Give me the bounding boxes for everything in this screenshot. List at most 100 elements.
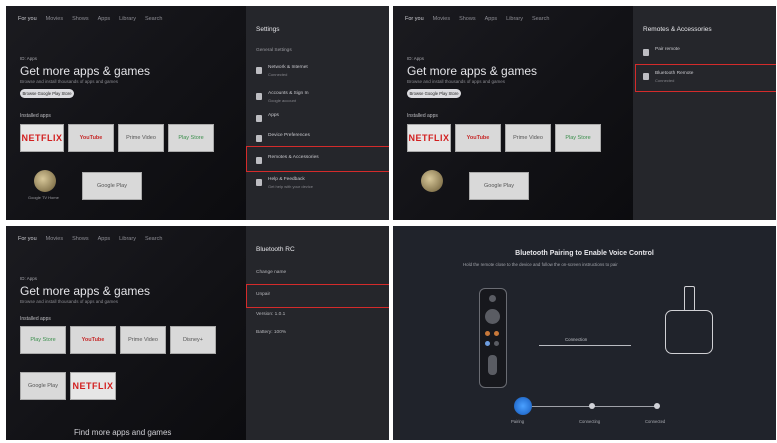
nav-apps[interactable]: Apps — [485, 16, 498, 22]
step-dot — [589, 403, 595, 409]
power-button-icon — [489, 295, 496, 302]
page-headline: Get more apps & games — [407, 64, 538, 78]
profile-avatar[interactable] — [421, 170, 443, 192]
browse-store-button[interactable]: Browse Google Play Store — [407, 89, 461, 98]
item-title: Help & Feedback — [268, 177, 305, 182]
pairing-title: Bluetooth Pairing to Enable Voice Contro… — [515, 250, 654, 257]
profile-avatar[interactable] — [34, 170, 56, 192]
tv-icon — [256, 135, 262, 142]
screenshot-settings: For you Movies Shows Apps Library Search… — [6, 6, 389, 220]
step-label-pairing: Pairing — [511, 419, 525, 424]
nav-shows[interactable]: Shows — [72, 16, 89, 22]
nav-shows[interactable]: Shows — [459, 16, 476, 22]
streaming-dongle-icon — [665, 310, 713, 354]
connection-line — [539, 345, 631, 346]
nav-search[interactable]: Search — [145, 16, 162, 22]
home-screen: For you Movies Shows Apps Library Search… — [6, 226, 246, 440]
item-title: Device Preferences — [268, 133, 310, 138]
google-play-tile[interactable]: Google Play — [20, 372, 66, 400]
page-subline: Browse and install thousands of apps and… — [20, 79, 119, 84]
page-headline: Get more apps & games — [20, 284, 151, 298]
youtube-tile[interactable]: YouTube — [455, 124, 501, 152]
step-label-connected: Connected — [645, 419, 666, 424]
battery-text: Battery: 100% — [256, 330, 287, 335]
top-nav: For you Movies Shows Apps Library Search — [405, 16, 549, 22]
bluetooth-pairing-icon — [514, 397, 532, 415]
highlight-remotes — [246, 146, 389, 172]
item-title: Pair remote — [655, 47, 680, 52]
nav-apps[interactable]: Apps — [98, 16, 111, 22]
netflix-tile[interactable]: NETFLIX — [70, 372, 116, 400]
page-subline: Browse and install thousands of apps and… — [407, 79, 506, 84]
plus-icon — [643, 49, 649, 56]
remotes-panel: Remotes & Accessories Pair remote Blueto… — [633, 6, 776, 220]
play-store-tile[interactable]: Play Store — [555, 124, 601, 152]
nav-apps[interactable]: Apps — [98, 236, 111, 242]
google-play-tile[interactable]: Google Play — [469, 172, 529, 200]
item-desc: Connected — [268, 72, 288, 77]
page-headline: Get more apps & games — [20, 64, 151, 78]
page-subline: Browse and install thousands of apps and… — [20, 299, 119, 304]
netflix-tile[interactable]: NETFLIX — [407, 124, 451, 152]
prime-video-tile[interactable]: Prime Video — [120, 326, 166, 354]
prime-video-tile[interactable]: Prime Video — [505, 124, 551, 152]
google-play-tile[interactable]: Google Play — [82, 172, 142, 200]
change-name-item[interactable]: Change name — [256, 270, 286, 275]
bluetooth-rc-title: Bluetooth RC — [256, 246, 295, 253]
dpad-icon — [485, 309, 500, 324]
step-label-connecting: Connecting — [579, 419, 601, 424]
settings-item-apps[interactable]: Apps — [252, 110, 383, 128]
nav-search[interactable]: Search — [532, 16, 549, 22]
disney-tile[interactable]: Disney+ — [170, 326, 216, 354]
nav-for-you[interactable]: For you — [18, 236, 37, 242]
nav-library[interactable]: Library — [119, 236, 136, 242]
row-label: Installed apps — [407, 113, 438, 119]
highlight-bluetooth-remote — [635, 64, 776, 92]
section-eyebrow: ID: Apps — [407, 56, 425, 61]
youtube-tile[interactable]: YouTube — [68, 124, 114, 152]
item-title: Apps — [268, 113, 279, 118]
item-desc: Get help with your device — [268, 184, 313, 189]
settings-item-help[interactable]: Help & Feedback Get help with your devic… — [252, 174, 383, 192]
settings-subtitle: General Settings — [256, 48, 292, 53]
wifi-icon — [256, 67, 262, 74]
remotes-title: Remotes & Accessories — [643, 26, 712, 33]
find-more-text: Find more apps and games — [74, 428, 172, 437]
pair-remote-item[interactable]: Pair remote — [639, 44, 770, 62]
item-title: Accounts & Sign In — [268, 91, 309, 96]
settings-item-network[interactable]: Network & Internet Connected — [252, 62, 383, 80]
screenshot-remotes: For you Movies Shows Apps Library Search… — [393, 6, 776, 220]
nav-movies[interactable]: Movies — [46, 16, 63, 22]
play-store-tile[interactable]: Play Store — [20, 326, 66, 354]
nav-shows[interactable]: Shows — [72, 236, 89, 242]
home-screen: For you Movies Shows Apps Library Search… — [6, 6, 246, 220]
app-button-icon — [494, 341, 499, 346]
nav-library[interactable]: Library — [119, 16, 136, 22]
browse-store-button[interactable]: Browse Google Play Store — [20, 89, 74, 98]
bluetooth-rc-panel: Bluetooth RC Change name Unpair Version:… — [246, 226, 389, 440]
screenshot-bluetooth-rc: For you Movies Shows Apps Library Search… — [6, 226, 389, 440]
netflix-tile[interactable]: NETFLIX — [20, 124, 64, 152]
pairing-description: Hold the remote close to the device and … — [463, 262, 618, 267]
settings-title: Settings — [256, 26, 280, 33]
step-dot — [654, 403, 660, 409]
nav-for-you[interactable]: For you — [18, 16, 37, 22]
nav-search[interactable]: Search — [145, 236, 162, 242]
nav-movies[interactable]: Movies — [433, 16, 450, 22]
nav-library[interactable]: Library — [506, 16, 523, 22]
hdmi-cable-icon — [684, 286, 695, 311]
prime-video-tile[interactable]: Prime Video — [118, 124, 164, 152]
top-nav: For you Movies Shows Apps Library Search — [18, 16, 162, 22]
app-button-icon — [494, 331, 499, 336]
row-label: Installed apps — [20, 316, 51, 322]
avatar-caption: Google TV Home — [28, 195, 59, 200]
item-title: Network & Internet — [268, 65, 308, 70]
nav-movies[interactable]: Movies — [46, 236, 63, 242]
play-store-tile[interactable]: Play Store — [168, 124, 214, 152]
settings-item-accounts[interactable]: Accounts & Sign In Google account — [252, 88, 383, 106]
highlight-unpair — [246, 284, 389, 308]
account-icon — [256, 93, 262, 100]
nav-for-you[interactable]: For you — [405, 16, 424, 22]
volume-rocker-icon — [488, 355, 497, 375]
youtube-tile[interactable]: YouTube — [70, 326, 116, 354]
